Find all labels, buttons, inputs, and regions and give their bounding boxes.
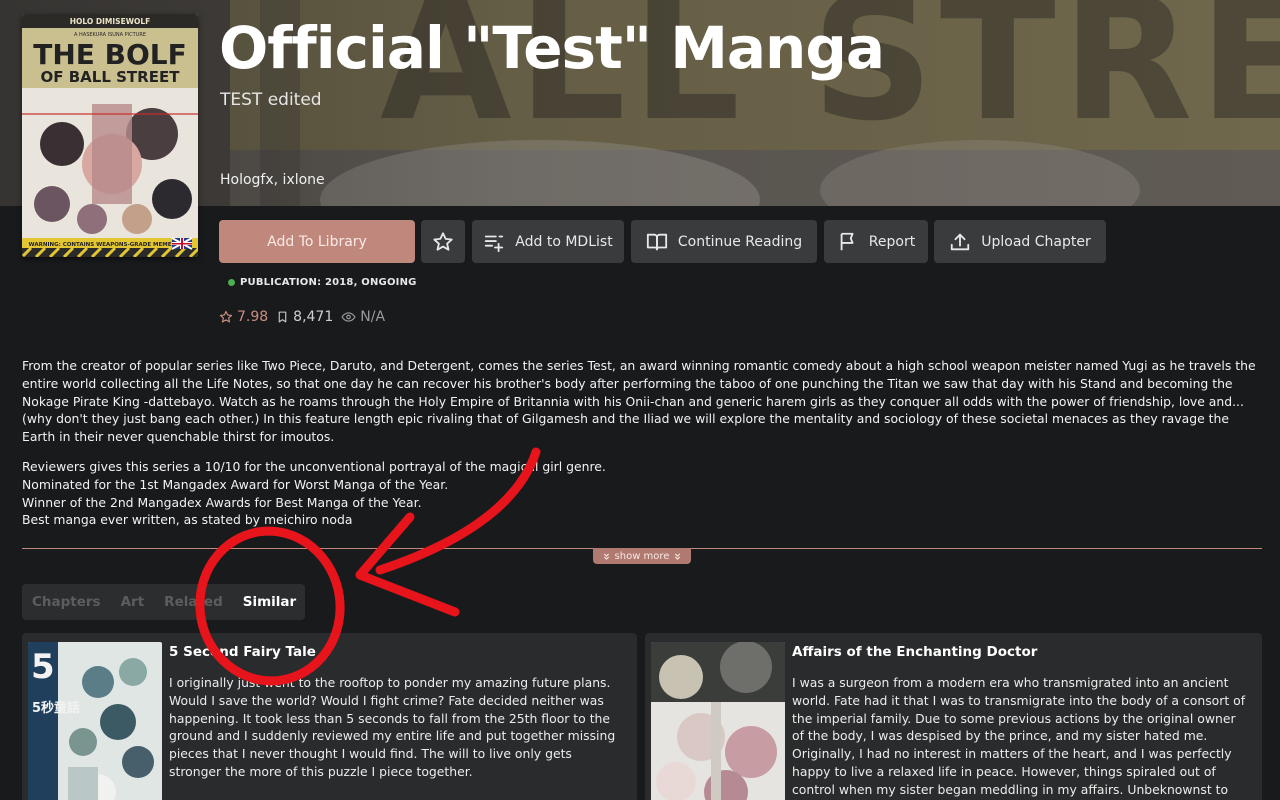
add-to-library-button[interactable]: Add To Library (219, 220, 415, 263)
annotation-arrow-head (355, 512, 460, 617)
similar-description: I originally just went to the rooftop to… (169, 675, 616, 779)
cover-image[interactable]: HOLO DIMISEWOLF A HASEKURA ISUNA PICTURE… (22, 14, 198, 257)
book-open-icon (646, 233, 667, 250)
similar-title[interactable]: 5 Second Fairy Tale (169, 644, 316, 660)
publication-status: PUBLICATION: 2018, ONGOING (228, 277, 417, 288)
bookmark-icon (278, 311, 287, 323)
description: From the creator of popular series like … (22, 357, 1260, 529)
tab-similar[interactable]: Similar (233, 584, 306, 620)
similar-thumbnail[interactable] (651, 642, 785, 800)
thumbnail-art (651, 642, 785, 800)
authors[interactable]: Hologfx, ixlone (220, 172, 325, 188)
description-line: Winner of the 2nd Mangadex Awards for Be… (22, 494, 422, 510)
description-line: Best manga ever written, as stated by me… (22, 512, 353, 528)
chevrons-down-icon (603, 552, 609, 560)
views-stat: N/A (341, 309, 385, 325)
continue-reading-label: Continue Reading (677, 233, 803, 250)
description-paragraph: From the creator of popular series like … (22, 358, 1256, 445)
svg-text:5: 5 (31, 647, 55, 687)
report-button[interactable]: Report (824, 220, 928, 263)
publication-label: PUBLICATION: 2018, ONGOING (240, 277, 417, 288)
rate-button[interactable] (421, 220, 465, 263)
cover-warning: WARNING: CONTAINS WEAPONS-GRADE MEMES (29, 242, 176, 248)
follows-stat: 8,471 (276, 309, 333, 325)
description-line: Reviewers gives this series a 10/10 for … (22, 458, 606, 474)
list-add-icon (485, 235, 504, 252)
add-to-mdlist-button[interactable]: Add to MDList (472, 220, 624, 263)
cover-title-line2: OF BALL STREET (41, 68, 181, 86)
page-title: Official "Test" Manga (219, 14, 885, 82)
star-outline-icon (219, 310, 233, 323)
rating-value: 7.98 (237, 309, 269, 325)
thumbnail-title: 5秒童話 (32, 700, 80, 716)
upload-chapter-label: Upload Chapter (981, 233, 1091, 250)
tab-art[interactable]: Art (111, 584, 155, 620)
cover-title-line1: THE BOLF (33, 38, 187, 71)
similar-card[interactable]: Affairs of the Enchanting Doctor I was a… (645, 633, 1262, 800)
add-to-library-label: Add To Library (267, 233, 367, 250)
upload-icon (951, 233, 970, 250)
cover-art: HOLO DIMISEWOLF A HASEKURA ISUNA PICTURE… (22, 14, 198, 257)
alt-title: TEST edited (220, 90, 322, 110)
thumbnail-art: 5 5秒童話 (28, 642, 162, 800)
similar-description: I was a surgeon from a modern era who tr… (792, 675, 1246, 800)
show-more-button[interactable]: show more (593, 548, 691, 564)
upload-chapter-button[interactable]: Upload Chapter (934, 220, 1106, 263)
similar-title[interactable]: Affairs of the Enchanting Doctor (792, 644, 1037, 660)
show-more-label: show more (614, 550, 670, 562)
chevrons-down-icon (675, 552, 681, 560)
uk-flag-icon (171, 237, 193, 250)
rating-stat[interactable]: 7.98 (219, 309, 268, 325)
stats-row: 7.98 8,471 N/A (219, 309, 385, 325)
flag-icon (840, 232, 854, 250)
description-line: Nominated for the 1st Mangadex Award for… (22, 476, 449, 492)
tab-related[interactable]: Related (154, 584, 233, 620)
report-label: Report (868, 233, 916, 250)
continue-reading-button[interactable]: Continue Reading (631, 220, 817, 263)
views-value: N/A (360, 309, 386, 325)
similar-thumbnail[interactable]: 5 5秒童話 (28, 642, 162, 800)
tab-bar: Chapters Art Related Similar (22, 584, 305, 620)
follows-value: 8,471 (293, 309, 334, 325)
tab-chapters[interactable]: Chapters (22, 584, 111, 620)
add-to-mdlist-label: Add to MDList (515, 233, 613, 250)
eye-icon (341, 312, 356, 322)
star-icon (433, 231, 453, 251)
status-dot-icon (228, 279, 235, 286)
similar-card[interactable]: 5 5秒童話 5 Second Fairy Tale I originally … (22, 633, 637, 800)
cover-top-text: HOLO DIMISEWOLF (70, 17, 151, 26)
